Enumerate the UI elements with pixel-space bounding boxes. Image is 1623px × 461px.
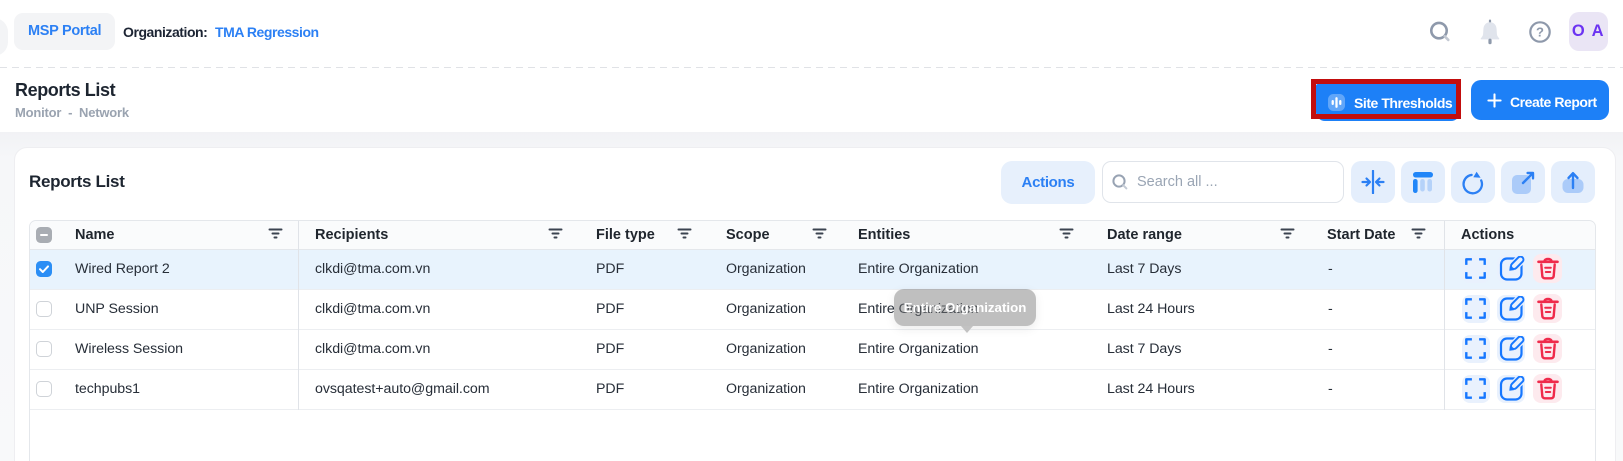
svg-text:?: ? <box>1536 25 1544 40</box>
